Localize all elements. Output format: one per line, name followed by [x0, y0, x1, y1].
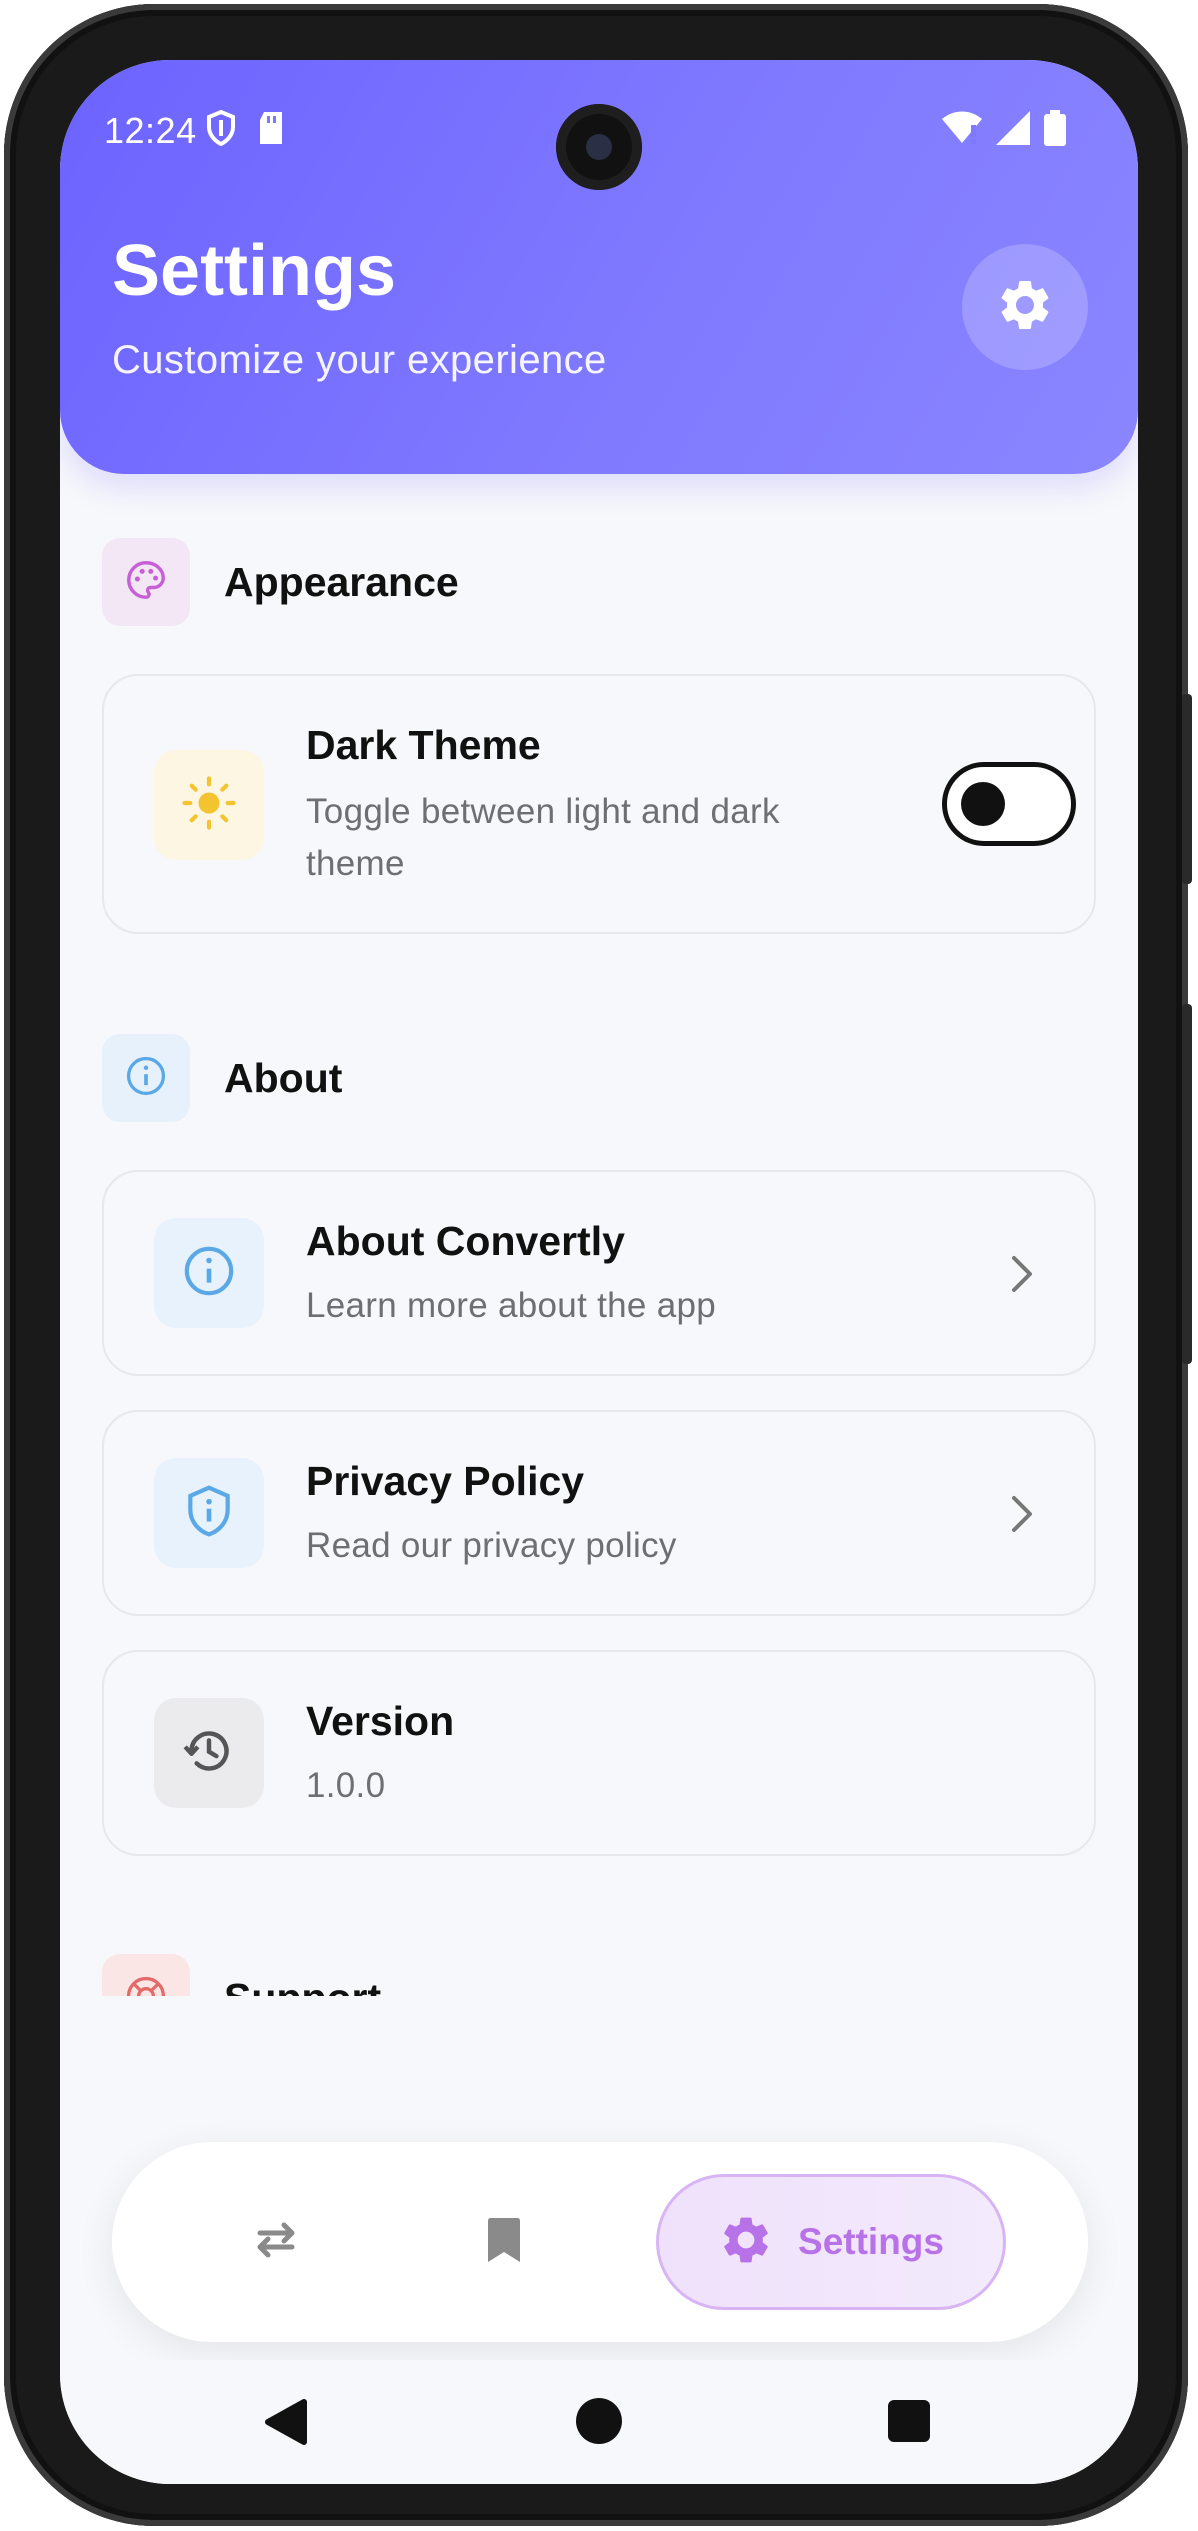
support-section-clip: Support [60, 1940, 1138, 1996]
bottom-navigation: Settings [112, 2142, 1088, 2342]
palette-icon [123, 557, 169, 608]
swap-arrows-icon [252, 2220, 300, 2265]
cell-signal-icon [996, 111, 1030, 150]
section-appearance: Appearance [102, 538, 459, 626]
chevron-right-icon [1002, 1254, 1042, 1294]
status-time: 12:24 [104, 110, 197, 151]
home-button[interactable] [576, 2398, 622, 2444]
battery-icon [1044, 110, 1066, 151]
history-icon [181, 1723, 237, 1784]
gear-icon [995, 275, 1055, 340]
recents-button[interactable] [888, 2400, 930, 2442]
back-button[interactable] [264, 2398, 308, 2451]
settings-header: 12:24 Settings Customize your experience [60, 60, 1138, 474]
shield-info-icon [181, 1483, 237, 1544]
system-navigation-bar [60, 2360, 1138, 2484]
screen: 12:24 Settings Customize your experience… [60, 60, 1138, 2484]
sun-icon [181, 775, 237, 836]
volume-button [1182, 1004, 1192, 1364]
dark-theme-toggle[interactable] [942, 762, 1076, 846]
about-app-title: About Convertly [306, 1218, 625, 1264]
section-title: Appearance [224, 558, 459, 605]
sd-card-icon [258, 112, 284, 149]
dark-theme-subtitle: Toggle between light and dark theme [306, 792, 780, 883]
info-icon [124, 1054, 168, 1103]
header-settings-badge [962, 244, 1088, 370]
privacy-policy-card[interactable]: Privacy Policy Read our privacy policy [102, 1410, 1096, 1616]
gear-icon [718, 2212, 774, 2273]
version-value: 1.0.0 [306, 1766, 386, 1805]
nav-saved[interactable] [460, 2198, 548, 2286]
nav-convert[interactable] [232, 2198, 320, 2286]
version-card: Version 1.0.0 [102, 1650, 1096, 1856]
section-title: About [224, 1054, 343, 1101]
front-camera [556, 104, 642, 190]
info-icon [181, 1243, 237, 1304]
privacy-policy-subtitle: Read our privacy policy [306, 1526, 677, 1565]
shield-status-icon [206, 109, 236, 151]
page-title: Settings [112, 231, 397, 311]
privacy-policy-title: Privacy Policy [306, 1458, 585, 1504]
nav-settings[interactable]: Settings [656, 2174, 1006, 2310]
dark-theme-card: Dark Theme Toggle between light and dark… [102, 674, 1096, 934]
dark-theme-title: Dark Theme [306, 722, 541, 768]
phone-frame: 12:24 Settings Customize your experience… [4, 4, 1192, 2526]
nav-settings-label: Settings [798, 2221, 944, 2262]
section-about: About [102, 1034, 342, 1122]
section-title: Support [224, 1975, 381, 1997]
bookmark-icon [486, 2217, 522, 2268]
back-triangle-icon [264, 2399, 308, 2450]
toggle-knob [961, 782, 1005, 826]
about-app-card[interactable]: About Convertly Learn more about the app [102, 1170, 1096, 1376]
page-subtitle: Customize your experience [112, 338, 607, 382]
wifi-icon [942, 111, 982, 150]
section-support: Support [102, 1954, 381, 1996]
version-title: Version [306, 1698, 455, 1744]
about-app-subtitle: Learn more about the app [306, 1286, 716, 1325]
power-button [1182, 694, 1192, 884]
support-icon [124, 1974, 168, 1996]
chevron-right-icon [1002, 1494, 1042, 1534]
